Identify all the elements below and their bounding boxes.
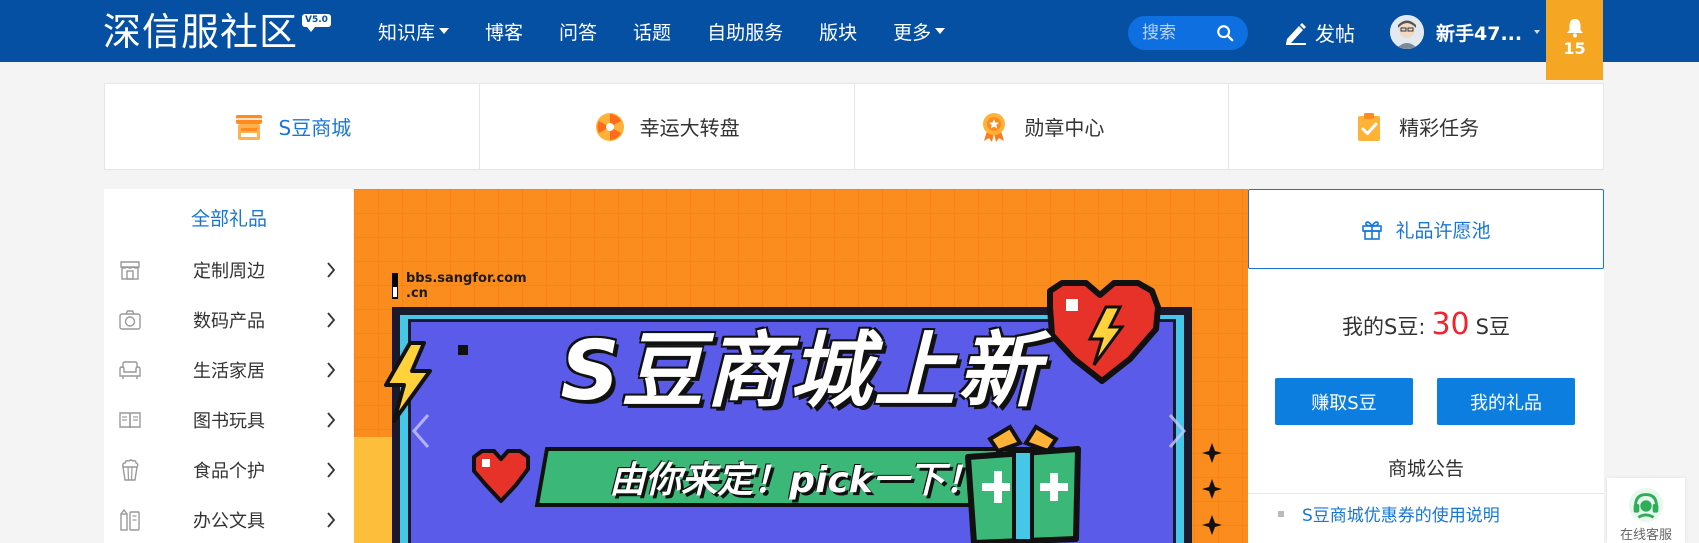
category-label: 食品个护	[193, 461, 265, 482]
avatar	[1390, 15, 1424, 49]
category-item-digital[interactable]: 数码产品	[104, 295, 354, 345]
wish-pool-label: 礼品许愿池	[1395, 219, 1491, 242]
online-service-button[interactable]: 在线客服	[1607, 478, 1685, 543]
banner-prev-arrow[interactable]	[408, 411, 434, 451]
nav-item-boards[interactable]: 版块	[819, 18, 857, 45]
sofa-icon	[119, 361, 141, 379]
quick-links-bar: S豆商城 幸运大转盘 勋章中心 精彩任务	[104, 83, 1604, 170]
category-sidebar: 全部礼品 定制周边 数码产品 生活家居 图书玩具 食品个护 办公文具	[104, 189, 354, 543]
category-label: 数码产品	[193, 311, 265, 332]
search-box	[1128, 16, 1248, 50]
banner-next-arrow[interactable]	[1164, 411, 1190, 451]
main-nav: 知识库 博客 问答 话题 自助服务 版块 更多	[378, 0, 981, 62]
notice-item[interactable]: S豆商城优惠券的使用说明	[1278, 501, 1500, 526]
customer-service-icon	[1628, 487, 1664, 523]
chevron-right-icon	[327, 412, 336, 428]
store-icon	[120, 261, 140, 280]
nav-item-knowledge[interactable]: 知识库	[378, 18, 450, 45]
category-item-food-care[interactable]: 食品个护	[104, 445, 354, 495]
category-label: 图书玩具	[193, 411, 265, 432]
banner-url: bbs.sangfor.com .cn	[406, 271, 527, 301]
camera-icon	[119, 310, 141, 330]
pencil-icon	[1286, 22, 1306, 45]
banner-yellow-strip	[354, 437, 392, 543]
bean-balance: 我的S豆: 30 S豆	[1248, 307, 1604, 342]
earn-beans-button[interactable]: 赚取S豆	[1275, 378, 1413, 425]
online-service-label: 在线客服	[1619, 528, 1672, 543]
post-label: 发帖	[1315, 22, 1355, 46]
nav-item-blog[interactable]: 博客	[485, 18, 523, 45]
task-icon	[1353, 111, 1385, 143]
site-logo[interactable]: 深信服社区 V5.0	[103, 12, 331, 52]
chevron-right-icon	[327, 262, 336, 278]
logo-text: 深信服社区	[103, 10, 299, 54]
category-label: 定制周边	[193, 261, 265, 282]
chevron-right-icon	[327, 512, 336, 528]
nav-item-self-service[interactable]: 自助服务	[707, 18, 783, 45]
promo-banner[interactable]: bbs.sangfor.com .cn S豆商城上新 由你来定！pick一下！	[354, 189, 1248, 543]
bullet	[1278, 510, 1284, 517]
quick-link-tasks[interactable]: 精彩任务	[1229, 84, 1603, 169]
notification-count: 15	[1563, 39, 1586, 58]
chevron-down-icon	[439, 28, 450, 34]
balance-unit: S豆	[1475, 315, 1510, 339]
bell-icon	[1566, 19, 1583, 38]
chevron-down-icon	[935, 28, 946, 34]
quick-link-medals[interactable]: 勋章中心	[855, 84, 1230, 169]
quick-link-label: 勋章中心	[1024, 116, 1105, 140]
chevron-right-icon	[327, 312, 336, 328]
shop-icon	[233, 111, 265, 143]
logo-version-badge: V5.0	[302, 14, 331, 32]
popcorn-icon	[122, 459, 139, 481]
quick-link-lucky-wheel[interactable]: 幸运大转盘	[480, 84, 855, 169]
all-gifts-link[interactable]: 全部礼品	[104, 189, 354, 245]
nav-item-topics[interactable]: 话题	[633, 18, 671, 45]
search-icon[interactable]	[1216, 24, 1234, 42]
heart-icon	[472, 449, 530, 503]
post-button[interactable]: 发帖	[1283, 18, 1355, 47]
banner-headline: S豆商城上新	[560, 324, 1042, 419]
notification-bell[interactable]: 15	[1546, 0, 1603, 80]
url-marker	[392, 273, 398, 299]
wish-pool-button[interactable]: 礼品许愿池	[1248, 189, 1604, 269]
search-input[interactable]	[1142, 23, 1212, 43]
quick-link-shop[interactable]: S豆商城	[105, 84, 480, 169]
my-gifts-button[interactable]: 我的礼品	[1437, 378, 1575, 425]
quick-link-label: S豆商城	[278, 116, 352, 140]
top-navbar: 深信服社区 V5.0 知识库 博客 问答 话题 自助服务 版块 更多 发帖 新手…	[0, 0, 1699, 80]
category-item-home-living[interactable]: 生活家居	[104, 345, 354, 395]
category-label: 办公文具	[193, 511, 265, 532]
stationery-icon	[120, 508, 140, 531]
balance-prefix: 我的S豆:	[1342, 315, 1426, 339]
book-icon	[119, 412, 141, 429]
notice-link: S豆商城优惠券的使用说明	[1302, 506, 1500, 526]
quick-link-label: 幸运大转盘	[639, 116, 740, 140]
category-item-office-stationery[interactable]: 办公文具	[104, 495, 354, 543]
medal-icon	[978, 111, 1010, 143]
wheel-icon	[594, 111, 626, 143]
chevron-down-icon	[1534, 30, 1541, 34]
category-label: 生活家居	[193, 361, 265, 382]
nav-item-more[interactable]: 更多	[893, 18, 946, 45]
sparkle-icon	[1202, 443, 1222, 535]
account-panel: 礼品许愿池 我的S豆: 30 S豆 赚取S豆 我的礼品 商城公告 S豆商城优惠券的使…	[1248, 189, 1604, 543]
category-item-custom-merch[interactable]: 定制周边	[104, 245, 354, 295]
username: 新手47...	[1436, 22, 1523, 45]
category-item-books-toys[interactable]: 图书玩具	[104, 395, 354, 445]
user-menu[interactable]: 新手47...	[1390, 15, 1541, 49]
nav-item-qa[interactable]: 问答	[559, 18, 597, 45]
chevron-right-icon	[327, 362, 336, 378]
chevron-right-icon	[327, 462, 336, 478]
gift-box-icon	[965, 424, 1081, 543]
balance-value: 30	[1431, 307, 1470, 342]
notice-title: 商城公告	[1248, 444, 1604, 494]
quick-link-label: 精彩任务	[1399, 116, 1480, 140]
gift-icon	[1362, 221, 1383, 240]
